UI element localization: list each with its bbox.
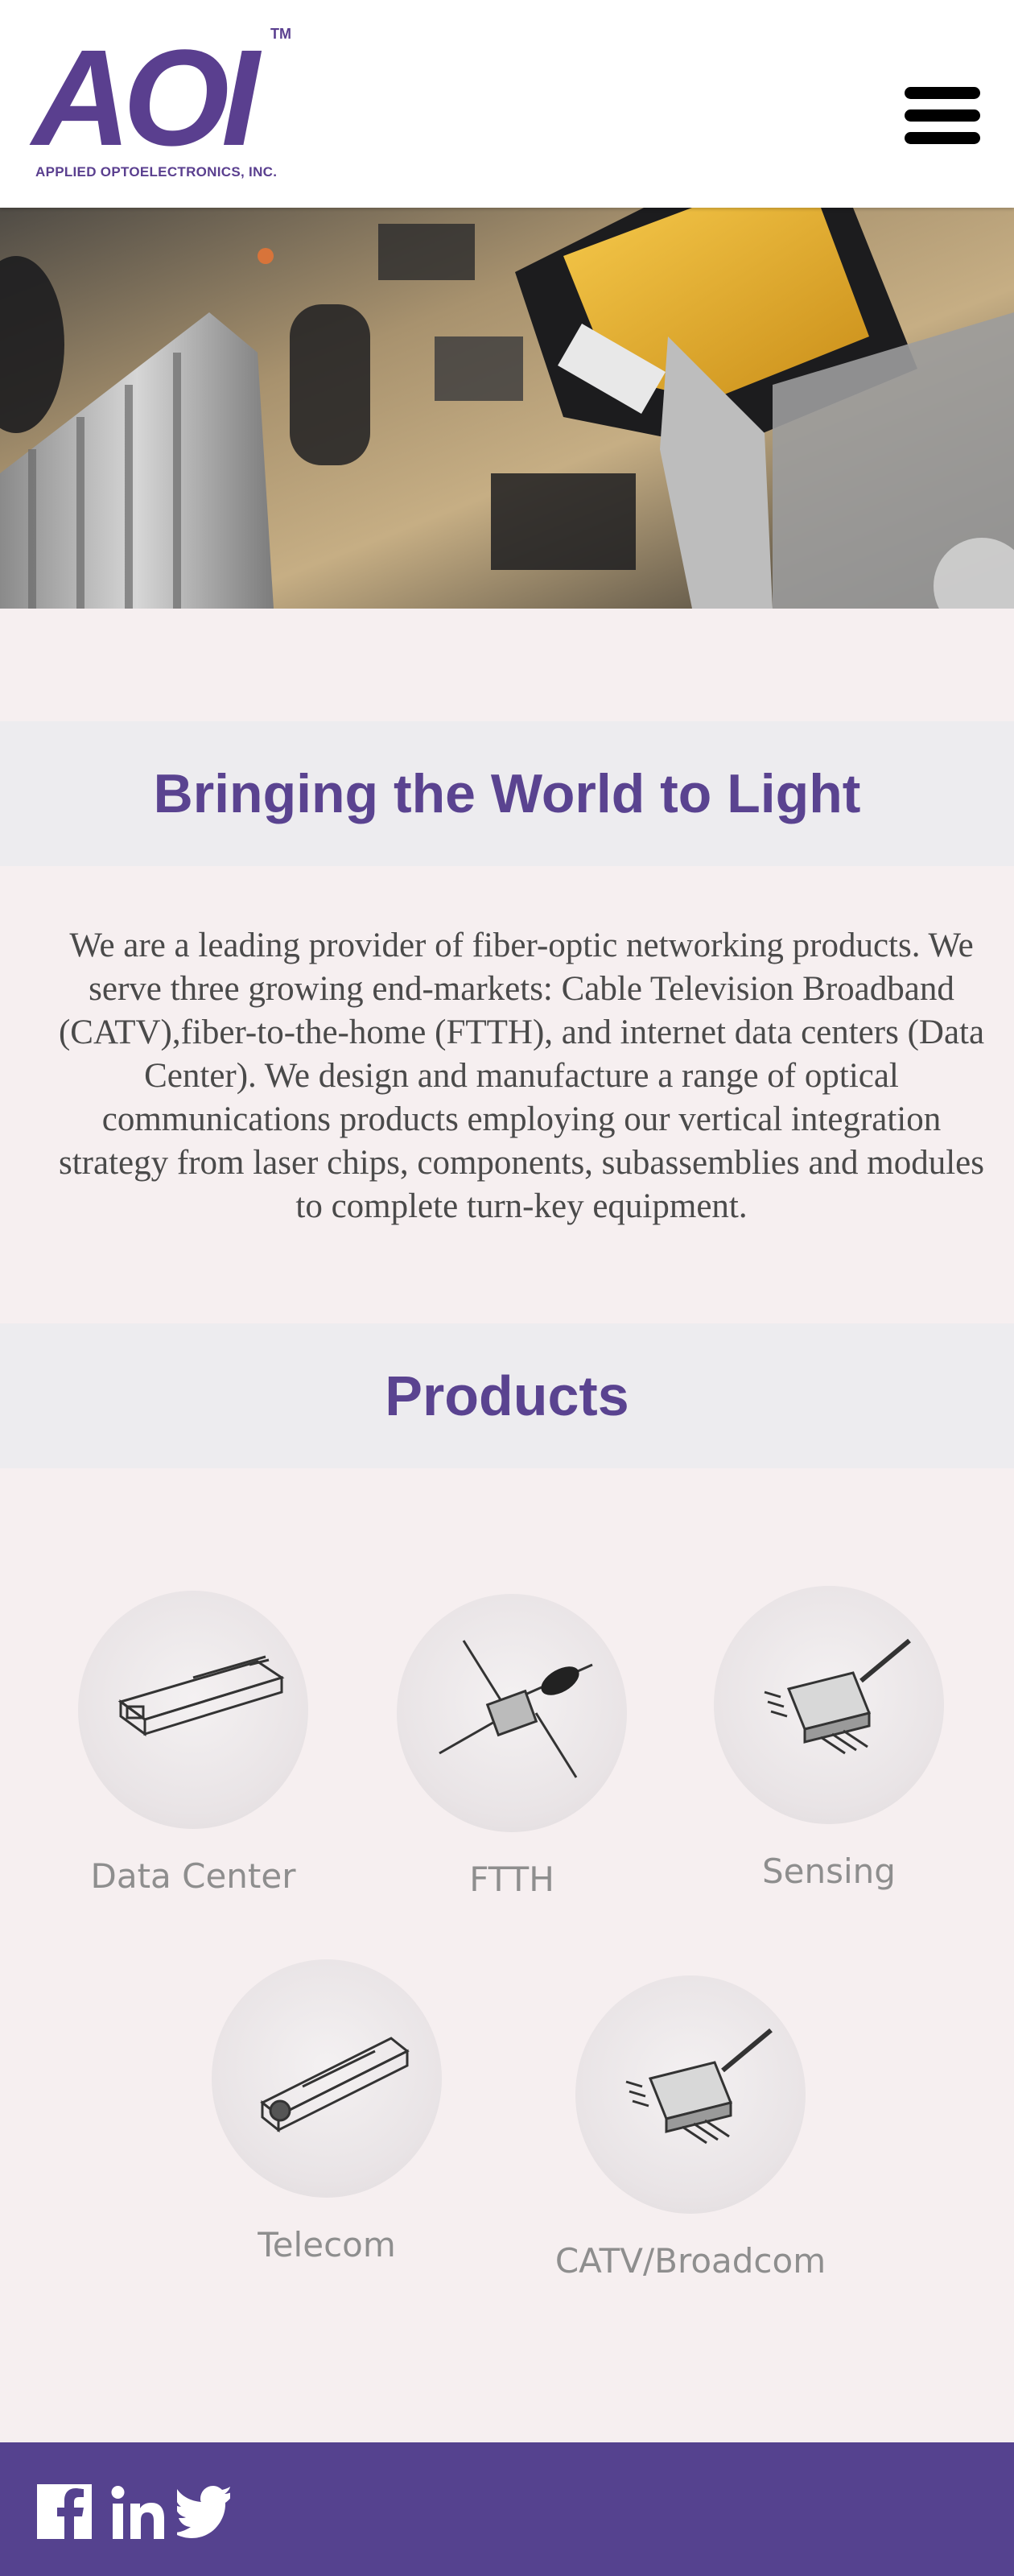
product-label: Sensing — [762, 1852, 896, 1891]
linkedin-icon[interactable] — [109, 2479, 166, 2544]
product-label: Data Center — [90, 1856, 296, 1896]
hamburger-menu-icon[interactable] — [900, 84, 987, 153]
intro-heading-band: Bringing the World to Light — [0, 721, 1014, 866]
site-header: AOI TM APPLIED OPTOELECTRONICS, INC. — [0, 0, 1014, 208]
product-image-circle — [714, 1586, 944, 1824]
product-sensing[interactable]: Sensing — [708, 1586, 950, 1891]
product-telecom[interactable]: Telecom — [206, 1959, 447, 2264]
product-image-circle — [397, 1594, 627, 1832]
hero-image — [0, 208, 1014, 609]
menu-bar — [905, 132, 980, 144]
site-footer — [0, 2442, 1014, 2576]
products-heading: Products — [385, 1364, 629, 1427]
aoi-logo[interactable]: AOI TM APPLIED OPTOELECTRONICS, INC. — [32, 22, 291, 187]
fiber-splitter-icon — [439, 1640, 593, 1778]
product-label: CATV/Broadcom — [554, 2241, 826, 2281]
twitter-icon[interactable] — [177, 2479, 230, 2544]
sfp-transceiver-icon — [260, 2037, 410, 2133]
product-ftth[interactable]: FTTH — [391, 1594, 633, 1899]
product-image-circle — [212, 1959, 442, 2198]
products-heading-band: Products — [0, 1323, 1014, 1468]
transceiver-module-icon — [117, 1655, 285, 1736]
product-image-circle — [575, 1975, 806, 2214]
product-catv-broadcom[interactable]: CATV/Broadcom — [530, 1975, 851, 2281]
logo-mark: AOI — [32, 22, 259, 175]
product-data-center[interactable]: Data Center — [72, 1591, 314, 1896]
electronic-components-photo — [0, 208, 1014, 609]
facebook-icon[interactable] — [35, 2479, 92, 2544]
butterfly-laser-icon — [764, 1638, 911, 1755]
product-label: Telecom — [258, 2225, 396, 2264]
product-label: FTTH — [469, 1860, 554, 1899]
menu-bar — [905, 109, 980, 122]
menu-bar — [905, 87, 980, 99]
logo-subtitle: APPLIED OPTOELECTRONICS, INC. — [35, 164, 278, 180]
intro-paragraph: We are a leading provider of fiber-optic… — [58, 927, 985, 1225]
intro-heading: Bringing the World to Light — [153, 763, 861, 824]
butterfly-laser-icon — [625, 2028, 773, 2145]
logo-trademark: TM — [270, 26, 291, 42]
product-image-circle — [78, 1591, 308, 1829]
